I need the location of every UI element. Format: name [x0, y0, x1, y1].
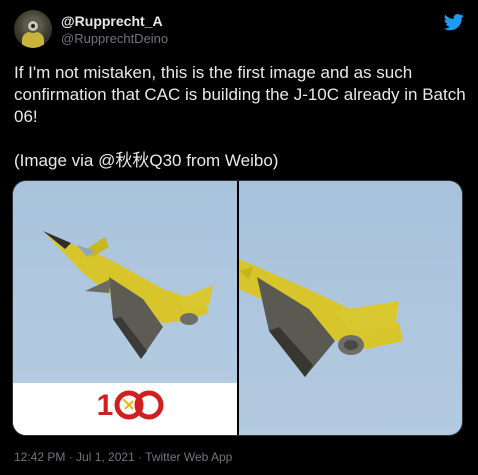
tweet: @Rupprecht_A @RupprechtDeino If I'm not …	[0, 0, 478, 475]
tweet-photo-2[interactable]	[239, 181, 462, 435]
anniversary-banner: 1	[13, 383, 237, 435]
user-handle[interactable]: @RupprechtDeino	[61, 31, 168, 46]
tweet-timestamp[interactable]: 12:42 PM · Jul 1, 2021 · Twitter Web App	[14, 450, 232, 464]
svg-text:1: 1	[97, 389, 114, 422]
avatar[interactable]	[14, 10, 52, 48]
tweet-header: @Rupprecht_A @RupprechtDeino	[14, 10, 464, 50]
avatar-goggle	[26, 19, 40, 33]
cpc-100-logo: 1	[97, 389, 164, 422]
tweet-text: If I'm not mistaken, this is the first i…	[14, 62, 466, 172]
tweet-paragraph: (Image via @秋秋Q30 from Weibo)	[14, 151, 279, 170]
tweet-paragraph: If I'm not mistaken, this is the first i…	[14, 63, 466, 126]
jet-closeup-illustration	[239, 259, 403, 377]
twitter-bird-icon[interactable]	[444, 12, 464, 32]
display-name[interactable]: @Rupprecht_A	[61, 13, 163, 29]
tweet-photo-1[interactable]: 1	[13, 181, 237, 435]
media-grid: 1	[12, 180, 463, 436]
avatar-body	[22, 32, 44, 48]
